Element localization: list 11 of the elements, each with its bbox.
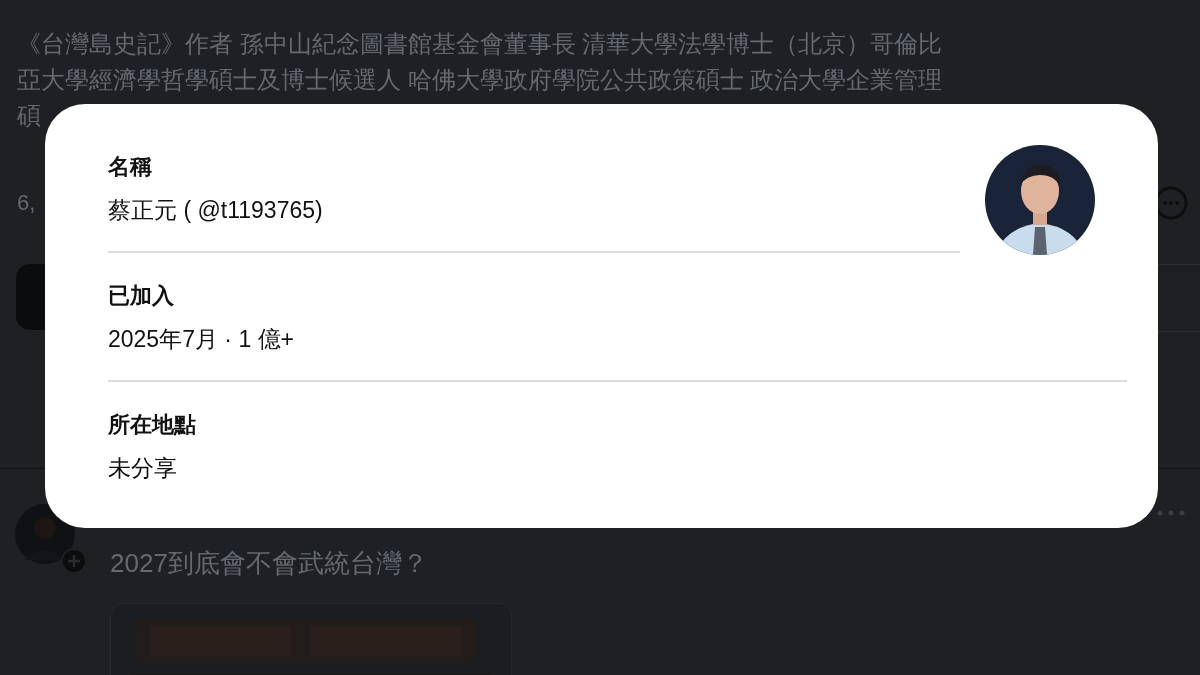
field-label: 所在地點 [108, 411, 197, 439]
field-value: 未分享 [108, 454, 178, 483]
follower-count: 6, [17, 190, 36, 216]
field-value: 2025年7月 · 1 億+ [108, 325, 295, 354]
field-value: 蔡正元 ( @t1193765) [108, 196, 324, 225]
bio-text: 碩 [17, 101, 42, 131]
post-text: 2027到底會不會武統台灣？ [110, 547, 429, 580]
field-label: 已加入 [108, 282, 175, 310]
bio-text: 亞大學經濟學哲學碩士及博士候選人 哈佛大學政府學院公共政策碩士 政治大學企業管理 [17, 65, 944, 95]
field-label: 名稱 [108, 153, 153, 181]
bio-text: 《台灣島史記》作者 孫中山紀念圖書館基金會董事長 清華大學法學博士（北京）哥倫比 [17, 29, 944, 59]
